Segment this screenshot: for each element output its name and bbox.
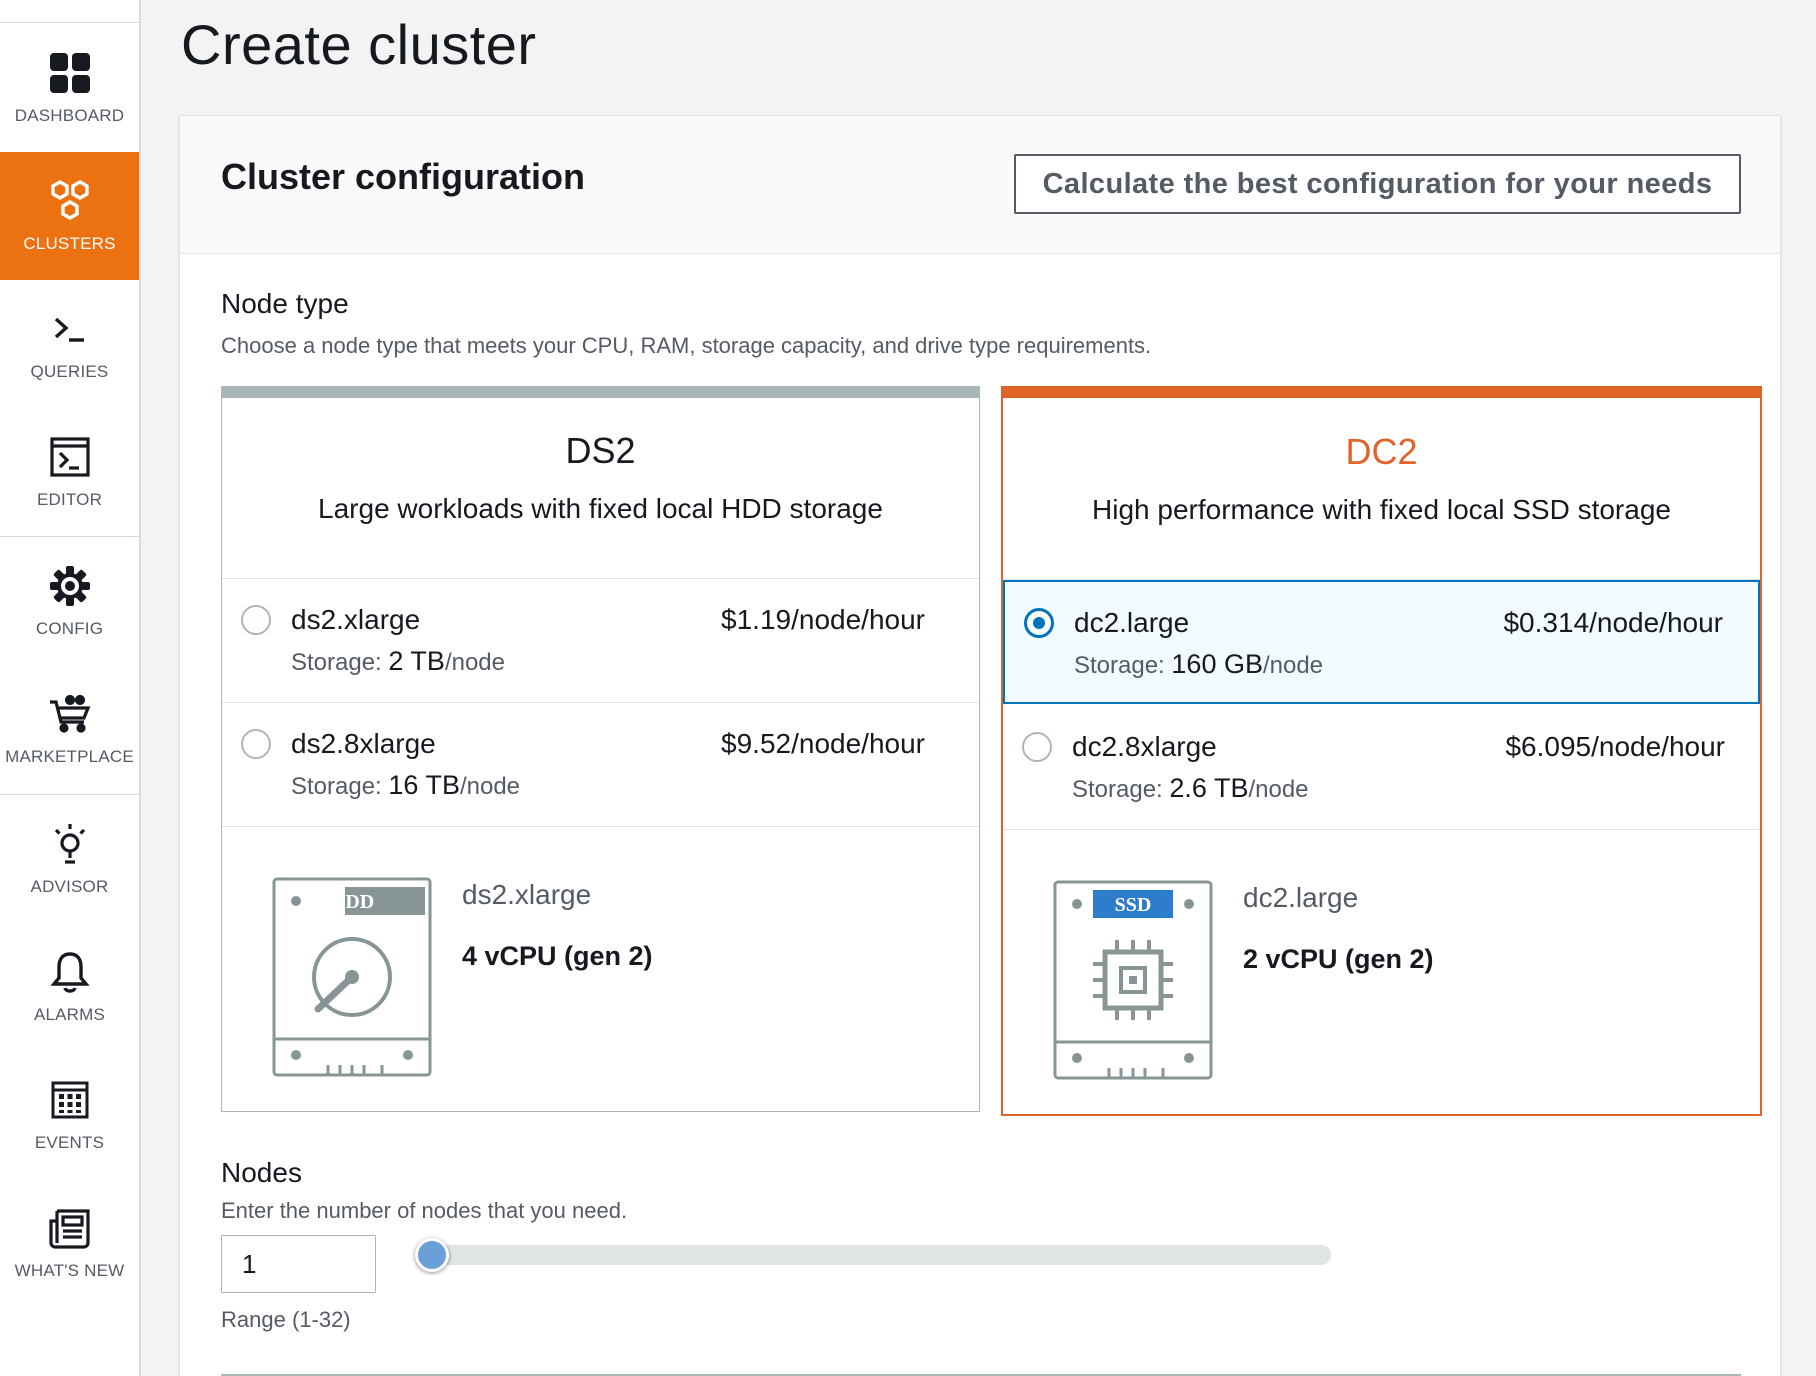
sidebar-item-config[interactable]: CONFIG (0, 537, 139, 665)
storage-unit: /node (1262, 652, 1324, 679)
dashboard-icon (49, 50, 91, 96)
family-description: Large workloads with fixed local HDD sto… (318, 493, 883, 524)
queries-icon (52, 306, 88, 352)
option-storage: Storage: 2 TB/node (291, 646, 505, 677)
node-spec: HDD ds2.xlarge 4 vCPU (gen 2) (222, 827, 979, 1097)
storage-unit: /node (1248, 776, 1309, 803)
sidebar-item-label: MARKETPLACE (5, 747, 134, 766)
node-option-dc2-8xlarge[interactable]: dc2.8xlarge $6.095/node/hour Storage: 2.… (1003, 706, 1760, 830)
nodes-description: Enter the number of nodes that you need. (221, 1198, 628, 1223)
storage-value: 160 GB (1171, 649, 1263, 679)
radio-dc2-8xlarge[interactable] (1022, 732, 1052, 762)
storage-unit: /node (459, 773, 521, 800)
node-family-card-dc2[interactable]: DC2 High performance with fixed local SS… (1001, 386, 1762, 1116)
spec-node-name: ds2.xlarge (462, 879, 592, 910)
node-type-label: Node type (221, 288, 349, 319)
hdd-badge-label: HDD (330, 891, 374, 913)
sidebar-item-alarms[interactable]: ALARMS (0, 923, 139, 1051)
option-name: dc2.large (1074, 607, 1190, 638)
family-name: DC2 (1345, 431, 1418, 472)
sidebar-item-label: EVENTS (34, 1133, 105, 1152)
sidebar-item-whats-new[interactable]: WHAT'S NEW (0, 1179, 139, 1307)
storage-label: Storage: (291, 649, 382, 676)
cluster-configuration-panel: Cluster configuration Calculate the best… (179, 115, 1781, 1376)
node-option-ds2-xlarge[interactable]: ds2.xlarge $1.19/node/hour Storage: 2 TB… (222, 579, 979, 703)
option-price: $6.095/node/hour (1505, 731, 1725, 762)
nodes-slider-track[interactable] (417, 1245, 1331, 1265)
gear-icon (49, 563, 91, 609)
node-option-dc2-large[interactable]: dc2.large $0.314/node/hour Storage: 160 … (1003, 580, 1760, 704)
sidebar-item-label: WHAT'S NEW (14, 1261, 125, 1280)
option-storage: Storage: 16 TB/node (291, 770, 520, 801)
sidebar-item-dashboard[interactable]: DASHBOARD (0, 24, 139, 152)
option-price: $0.314/node/hour (1503, 607, 1723, 638)
node-spec: SSD dc2.large 2 vCPU (gen 2) (1003, 830, 1760, 1100)
option-name: dc2.8xlarge (1072, 731, 1217, 762)
radio-ds2-xlarge[interactable] (241, 605, 271, 635)
sidebar-item-label: QUERIES (30, 362, 109, 381)
hdd-drive-icon: HDD (272, 877, 432, 1077)
sidebar-item-label: EDITOR (36, 490, 103, 509)
sidebar: DASHBOARD CLUSTERS QUERIES EDITOR CONFIG… (0, 0, 141, 1376)
nodes-count-input[interactable] (221, 1235, 376, 1293)
radio-ds2-8xlarge[interactable] (241, 729, 271, 759)
calculate-configuration-button[interactable]: Calculate the best configuration for you… (1014, 154, 1741, 214)
family-name: DS2 (565, 430, 636, 471)
node-option-ds2-8xlarge[interactable]: ds2.8xlarge $9.52/node/hour Storage: 16 … (222, 703, 979, 827)
option-name: ds2.xlarge (291, 604, 421, 635)
ssd-drive-icon: SSD (1053, 880, 1213, 1080)
storage-label: Storage: (1072, 776, 1163, 803)
editor-icon (49, 434, 90, 480)
card-header: DS2 Large workloads with fixed local HDD… (222, 387, 979, 579)
sidebar-item-label: CLUSTERS (23, 234, 116, 253)
option-name: ds2.8xlarge (291, 728, 436, 759)
panel-title: Cluster configuration (221, 156, 586, 197)
nodes-slider-thumb[interactable] (415, 1238, 449, 1272)
sidebar-item-queries[interactable]: QUERIES (0, 280, 139, 408)
storage-value: 16 TB (388, 770, 460, 800)
lightbulb-icon (50, 821, 90, 867)
option-storage: Storage: 2.6 TB/node (1072, 773, 1309, 804)
spec-node-name: dc2.large (1243, 882, 1359, 913)
sidebar-item-clusters[interactable]: CLUSTERS (0, 152, 139, 280)
sidebar-item-advisor[interactable]: ADVISOR (0, 795, 139, 923)
sidebar-item-label: ALARMS (33, 1005, 106, 1024)
nodes-label: Nodes (221, 1157, 302, 1188)
sidebar-item-label: ADVISOR (30, 877, 109, 896)
option-storage: Storage: 160 GB/node (1074, 649, 1323, 680)
page-title: Create cluster (181, 13, 537, 76)
nodes-range-hint: Range (1-32) (221, 1307, 351, 1332)
storage-label: Storage: (291, 773, 382, 800)
calendar-grid-icon (51, 1077, 89, 1123)
spec-cpu: 4 vCPU (gen 2) (462, 941, 653, 971)
spec-cpu: 2 vCPU (gen 2) (1243, 944, 1434, 974)
option-price: $9.52/node/hour (721, 728, 925, 759)
sidebar-item-events[interactable]: EVENTS (0, 1051, 139, 1179)
family-description: High performance with fixed local SSD st… (1092, 494, 1671, 525)
newspaper-icon (48, 1205, 91, 1251)
option-price: $1.19/node/hour (721, 604, 925, 635)
clusters-icon (49, 178, 91, 224)
bell-icon (49, 949, 90, 995)
storage-value: 2.6 TB (1169, 773, 1249, 803)
storage-value: 2 TB (388, 646, 445, 676)
storage-label: Storage: (1074, 652, 1165, 679)
sidebar-item-label: DASHBOARD (14, 106, 125, 125)
card-header: DC2 High performance with fixed local SS… (1003, 388, 1760, 580)
ssd-badge-label: SSD (1115, 894, 1152, 916)
radio-dc2-large[interactable] (1024, 608, 1054, 638)
storage-unit: /node (444, 649, 505, 676)
sidebar-divider (0, 22, 139, 23)
node-family-card-ds2[interactable]: DS2 Large workloads with fixed local HDD… (221, 386, 980, 1112)
sidebar-item-marketplace[interactable]: MARKETPLACE (0, 665, 139, 793)
sidebar-item-label: CONFIG (35, 619, 104, 638)
panel-header: Cluster configuration Calculate the best… (180, 116, 1780, 254)
sidebar-item-editor[interactable]: EDITOR (0, 408, 139, 536)
marketplace-icon (48, 691, 92, 737)
node-type-description: Choose a node type that meets your CPU, … (221, 333, 1152, 358)
